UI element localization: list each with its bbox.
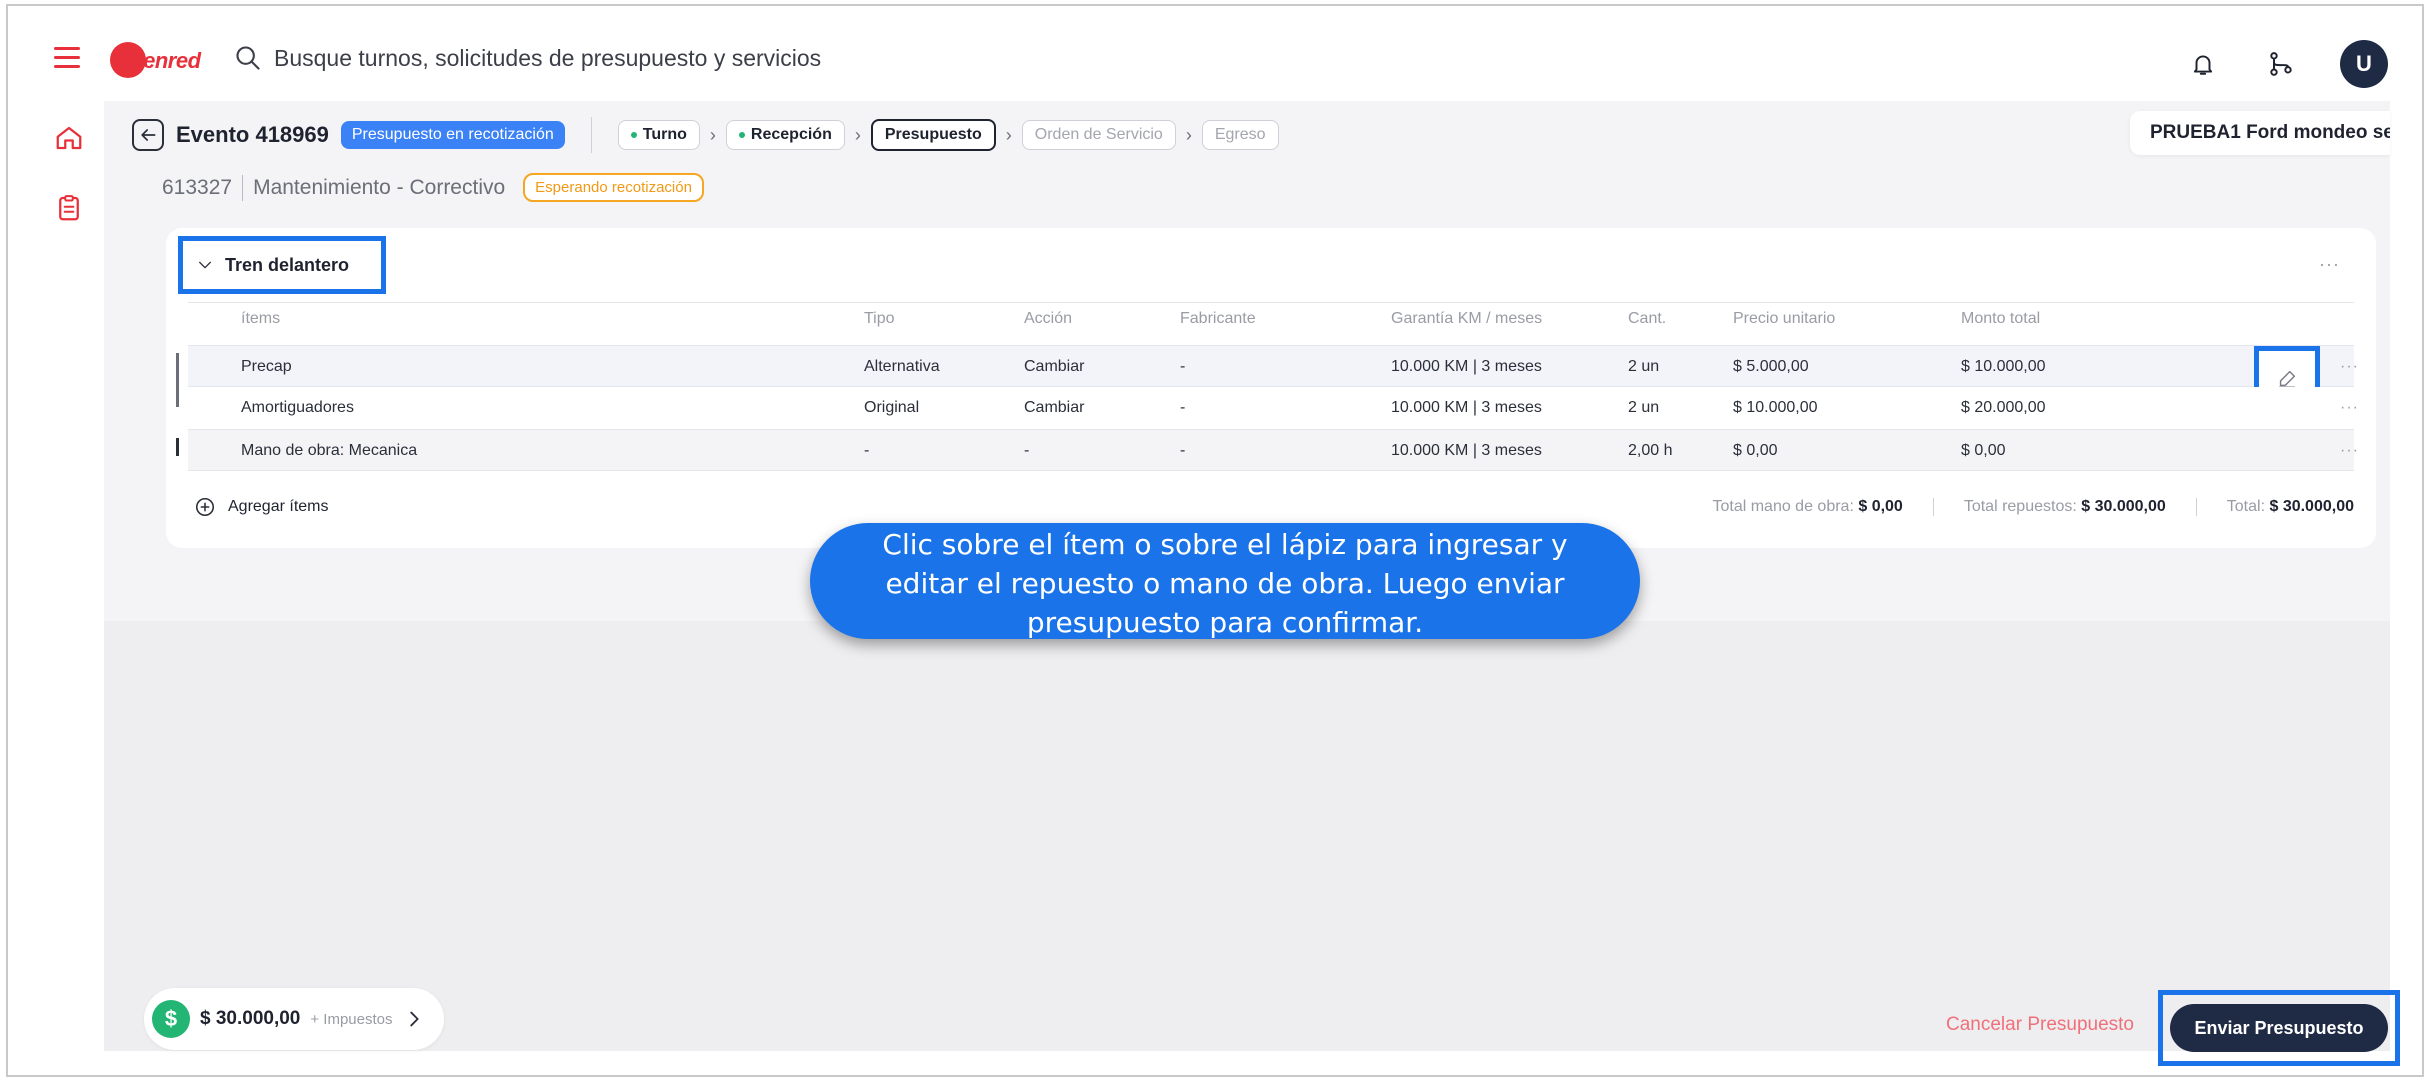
logo-text: Edenred (116, 48, 201, 73)
step-presupuesto[interactable]: Presupuesto (870, 119, 996, 151)
step-orden-de-servicio[interactable]: Orden de Servicio (1021, 120, 1176, 150)
step-recepcion[interactable]: Recepción (725, 120, 845, 150)
col-items: ítems (241, 310, 281, 327)
items-card: Tren delantero ··· ítems Tipo Acción Fab… (166, 228, 2376, 548)
event-status-badge: Presupuesto en recotización (340, 121, 565, 149)
budget-total: $ 30.000,00 (200, 1008, 301, 1029)
chevron-right-icon: › (709, 124, 716, 145)
chevron-right-icon (409, 1011, 419, 1027)
progress-steps: Turno › Recepción › Presupuesto › Orden … (617, 119, 1279, 151)
dollar-icon: $ (152, 1000, 190, 1038)
menu-icon[interactable] (54, 47, 80, 69)
search-icon (236, 46, 260, 70)
workflow-icon[interactable] (2262, 45, 2300, 83)
table-header: ítems Tipo Acción Fabricante Garantía KM… (188, 310, 2354, 342)
total-parts: Total repuestos: $ 30.000,00 (1934, 498, 2197, 516)
order-id: 613327 (162, 175, 233, 199)
back-button[interactable] (132, 119, 164, 151)
col-cant: Cant. (1628, 310, 1667, 327)
card-more-icon[interactable]: ··· (2319, 254, 2340, 275)
event-header: Evento 418969 Presupuesto en recotizació… (132, 117, 1279, 153)
send-budget-highlight: Enviar Presupuesto (2158, 990, 2400, 1066)
plus-circle-icon (195, 497, 215, 517)
chevron-right-icon: › (1185, 124, 1192, 145)
instruction-tooltip: Clic sobre el ítem o sobre el lápiz para… (810, 523, 1640, 639)
clipboard-icon[interactable] (54, 193, 84, 223)
chevron-right-icon: › (1005, 124, 1012, 145)
col-tipo: Tipo (864, 310, 895, 327)
chevron-right-icon: › (854, 124, 861, 145)
col-fabricante: Fabricante (1180, 310, 1256, 327)
row-more-icon[interactable]: ··· (2340, 346, 2359, 388)
search-placeholder: Busque turnos, solicitudes de presupuest… (274, 44, 822, 71)
totals-bar: Total mano de obra: $ 0,00 Total repuest… (1682, 498, 2354, 516)
vehicle-label[interactable]: PRUEBA1 Ford mondeo sel (2130, 111, 2390, 155)
home-icon[interactable] (54, 123, 84, 153)
group-toggle-tren-delantero[interactable]: Tren delantero (178, 236, 386, 294)
total-labor: Total mano de obra: $ 0,00 (1682, 498, 1934, 516)
row-more-icon[interactable]: ··· (2340, 430, 2359, 472)
waiting-status-badge: Esperando recotización (523, 173, 704, 202)
col-garantia: Garantía KM / meses (1391, 310, 1543, 327)
chevron-down-icon (199, 261, 211, 269)
sub-header: 613327 Mantenimiento - Correctivo Espera… (162, 173, 704, 202)
table-row[interactable]: Precap Alternativa Cambiar - 10.000 KM |… (188, 345, 2358, 412)
total-amount: Total: $ 30.000,00 (2226, 498, 2354, 515)
col-accion: Acción (1024, 310, 1073, 327)
event-title: Evento 418969 (176, 122, 329, 147)
edenred-logo[interactable]: Edenred (110, 42, 201, 78)
table-row[interactable]: Mano de obra: Mecanica - - - 10.000 KM |… (188, 429, 2358, 471)
service-type: Mantenimiento - Correctivo (253, 175, 506, 199)
col-monto: Monto total (1961, 310, 2041, 327)
user-avatar[interactable]: U (2340, 40, 2388, 88)
search-bar[interactable]: Busque turnos, solicitudes de presupuest… (234, 44, 821, 72)
row-more-icon[interactable]: ··· (2340, 387, 2359, 429)
budget-total-pill[interactable]: $ $ 30.000,00 + Impuestos (144, 988, 444, 1050)
left-rail (8, 101, 104, 1075)
cancel-budget-button[interactable]: Cancelar Presupuesto (1946, 1014, 2134, 1036)
send-budget-button[interactable]: Enviar Presupuesto (2170, 1004, 2388, 1052)
app-window: Edenred Busque turnos, solicitudes de pr… (6, 4, 2424, 1077)
bell-icon[interactable] (2184, 45, 2222, 83)
step-turno[interactable]: Turno (617, 120, 700, 150)
arrow-left-icon (141, 129, 156, 141)
table-row[interactable]: Amortiguadores Original Cambiar - 10.000… (188, 387, 2358, 429)
step-egreso[interactable]: Egreso (1201, 120, 1279, 150)
group-title: Tren delantero (225, 254, 350, 275)
add-items-label: Agregar ítems (228, 498, 329, 515)
top-bar: Edenred Busque turnos, solicitudes de pr… (8, 6, 2422, 101)
taxes-label: + Impuestos (310, 1010, 393, 1028)
add-items-button[interactable]: Agregar ítems (194, 496, 328, 518)
col-precio: Precio unitario (1733, 310, 1836, 327)
